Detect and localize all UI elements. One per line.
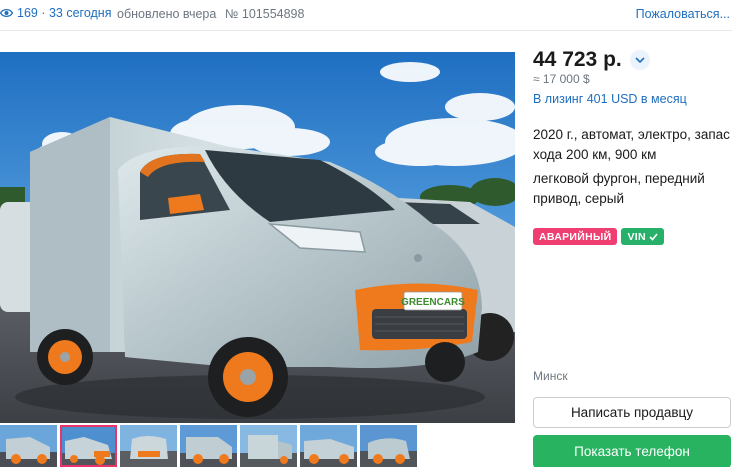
views-count: 169 · 33 сегодня bbox=[17, 6, 112, 20]
price-usd: ≈ 17 000 $ bbox=[533, 72, 590, 86]
views-counter: 169 · 33 сегодня bbox=[0, 6, 111, 20]
write-seller-button[interactable]: Написать продавцу bbox=[533, 397, 731, 428]
report-link[interactable]: Пожаловаться... bbox=[636, 7, 730, 21]
price: 44 723 р. bbox=[533, 48, 622, 71]
price-row: 44 723 р. bbox=[533, 48, 650, 72]
show-phone-button[interactable]: Показать телефон bbox=[533, 435, 731, 467]
listing-meta-bar: 169 · 33 сегодня обновлено вчера № 10155… bbox=[0, 0, 732, 28]
vin-badge[interactable]: VIN bbox=[621, 228, 664, 245]
leasing-link[interactable]: В лизинг 401 USD в месяц bbox=[533, 92, 687, 106]
updated-label: обновлено вчера bbox=[117, 7, 217, 21]
thumbnail-6[interactable] bbox=[300, 425, 357, 467]
thumbnail-7[interactable] bbox=[360, 425, 417, 467]
currency-toggle[interactable] bbox=[629, 50, 650, 70]
thumbnail-4[interactable] bbox=[180, 425, 237, 467]
thumbnail-5[interactable] bbox=[240, 425, 297, 467]
thumbnail-3[interactable] bbox=[120, 425, 177, 467]
checkmark-icon bbox=[649, 232, 658, 241]
car-body-info: легковой фургон, передний привод, серый bbox=[533, 171, 705, 206]
thumbnail-strip bbox=[0, 425, 417, 467]
brand-plate-text: GREENCARS bbox=[401, 297, 465, 308]
listing-id: № 101554898 bbox=[225, 7, 305, 21]
vin-label: VIN bbox=[627, 230, 646, 243]
damaged-badge: АВАРИЙНЫЙ bbox=[533, 228, 618, 245]
thumbnail-2[interactable] bbox=[60, 425, 117, 467]
city-label: Минск bbox=[533, 369, 568, 383]
divider bbox=[0, 30, 732, 31]
badges: АВАРИЙНЫЙ VIN bbox=[533, 228, 664, 245]
thumbnail-1[interactable] bbox=[0, 425, 57, 467]
eye-icon bbox=[0, 8, 13, 18]
car-specs: 2020 г., автомат, электро, запас хода 20… bbox=[533, 127, 730, 162]
chevron-down-icon bbox=[635, 56, 645, 63]
main-photo[interactable]: GREENCARS bbox=[0, 52, 515, 423]
